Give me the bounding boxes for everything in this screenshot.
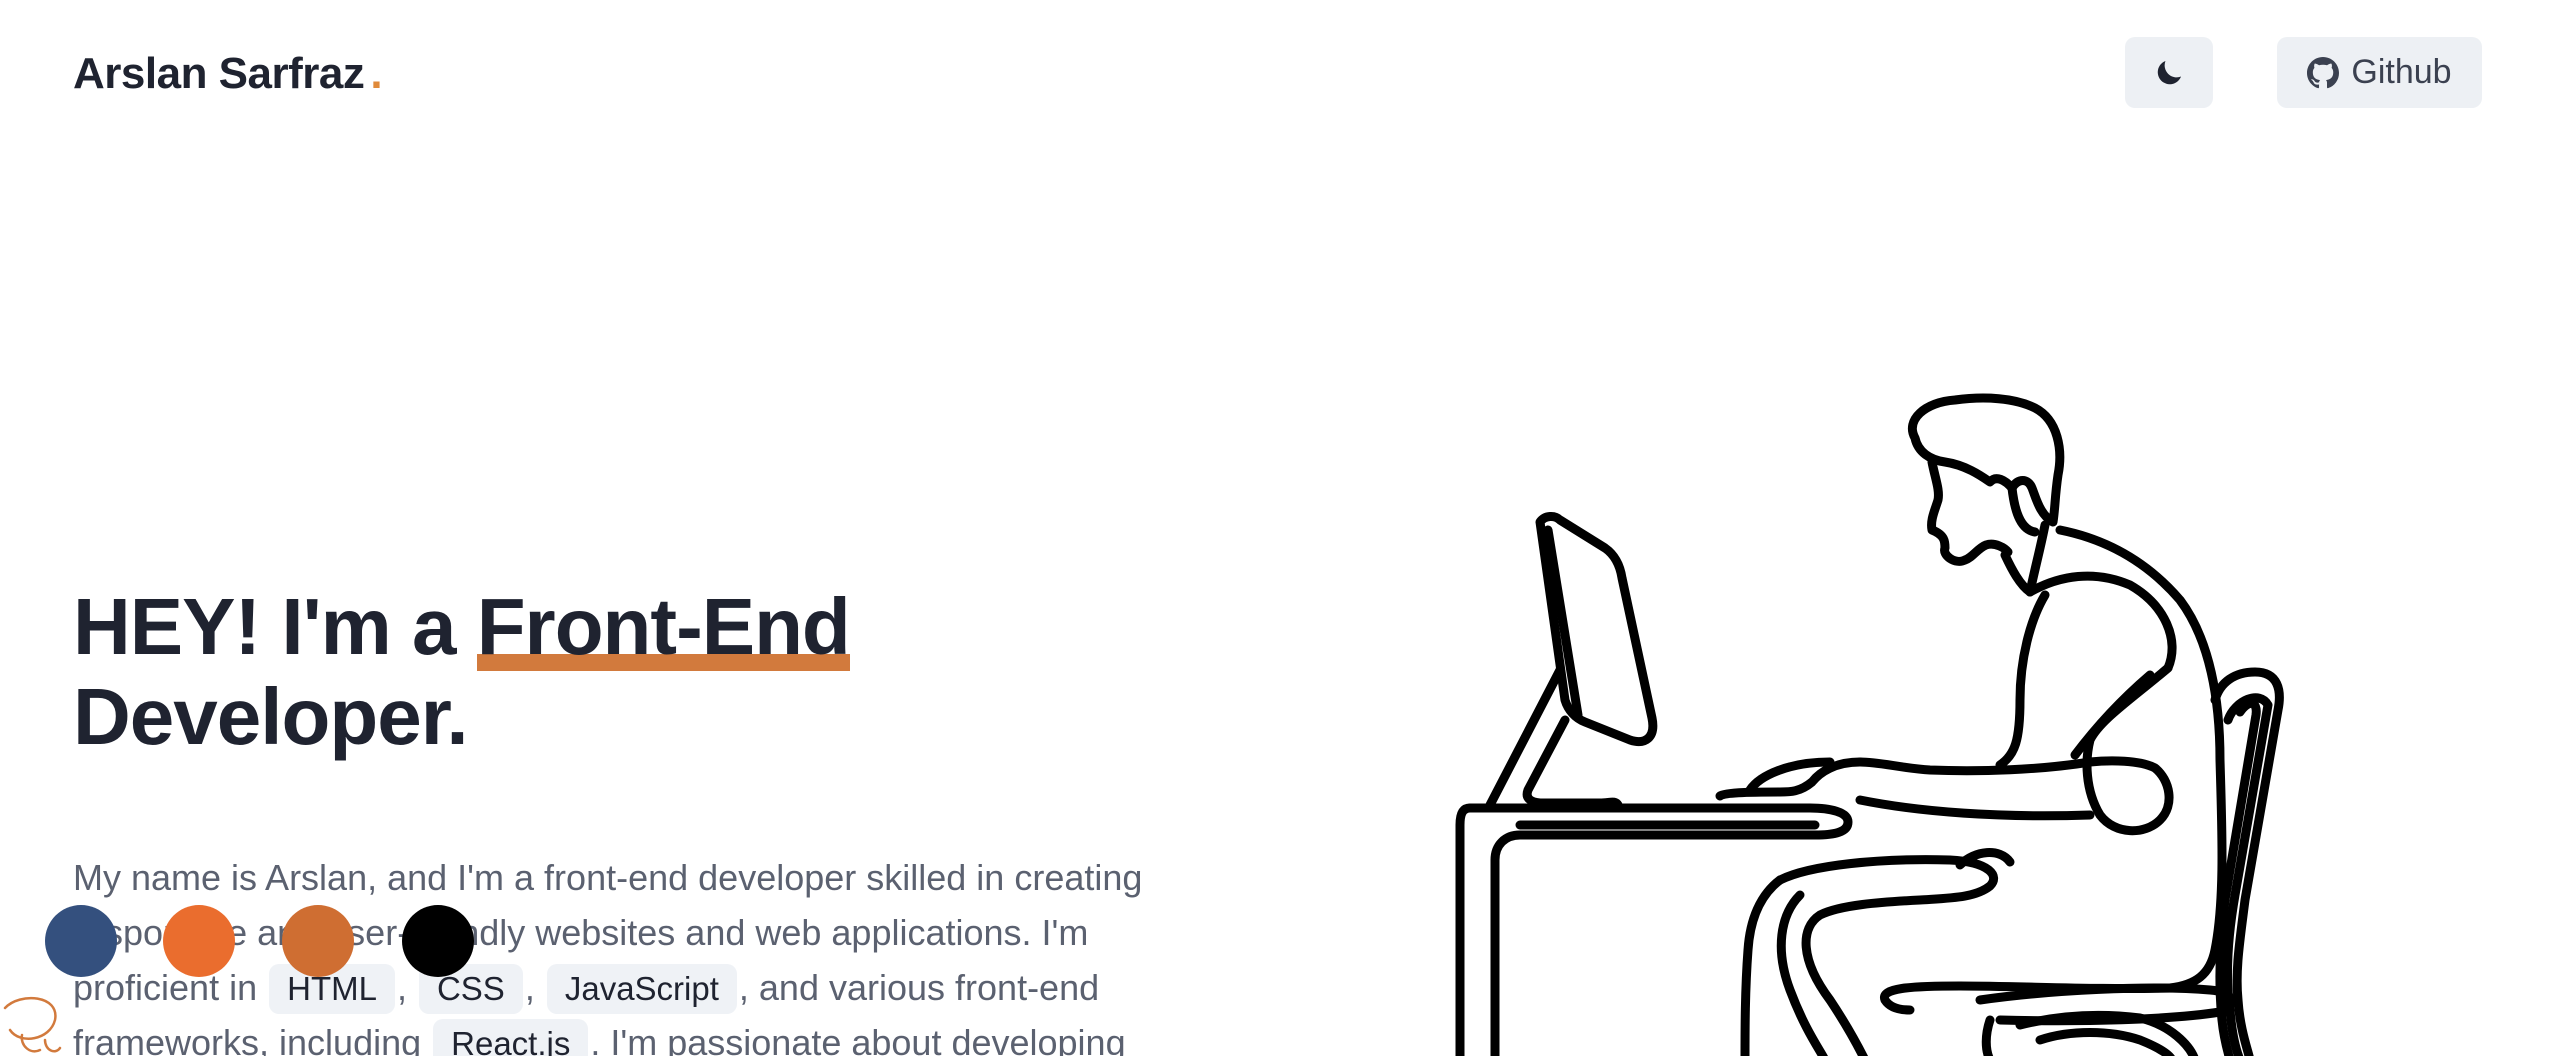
separator-2: ,	[524, 967, 545, 1008]
github-button[interactable]: Github	[2277, 37, 2482, 108]
headline-suffix: Developer.	[73, 672, 469, 761]
color-swatch-copper[interactable]	[282, 905, 354, 977]
theme-toggle-button[interactable]	[2125, 37, 2213, 108]
intro-text-3: . I'm passionate about developing	[590, 1022, 1126, 1056]
headline-highlight: Front-End	[476, 582, 851, 671]
decorative-scribble-icon	[3, 996, 62, 1053]
hero-intro-paragraph: My name is Arslan, and I'm a front-end d…	[73, 850, 1233, 1056]
color-swatch-black[interactable]	[402, 905, 474, 977]
github-label: Github	[2351, 53, 2452, 91]
github-icon	[2307, 56, 2340, 88]
color-swatch-orange[interactable]	[163, 905, 235, 977]
separator-1: ,	[396, 967, 417, 1008]
page: Arslan Sarfraz. Github HEY! I'm a Front-…	[0, 0, 2560, 1056]
hero-headline: HEY! I'm a Front-End Developer.	[73, 582, 851, 762]
brand-name: Arslan Sarfraz	[73, 49, 365, 98]
skill-tag-javascript: JavaScript	[546, 964, 737, 1014]
color-swatch-blue[interactable]	[45, 905, 117, 977]
headline-prefix: HEY! I'm a	[73, 582, 477, 671]
moon-icon	[2157, 60, 2182, 84]
brand-logo[interactable]: Arslan Sarfraz.	[73, 44, 383, 104]
developer-illustration-icon	[1455, 393, 2284, 1056]
brand-dot: .	[370, 49, 383, 98]
skill-tag-react: React.js	[433, 1019, 589, 1056]
